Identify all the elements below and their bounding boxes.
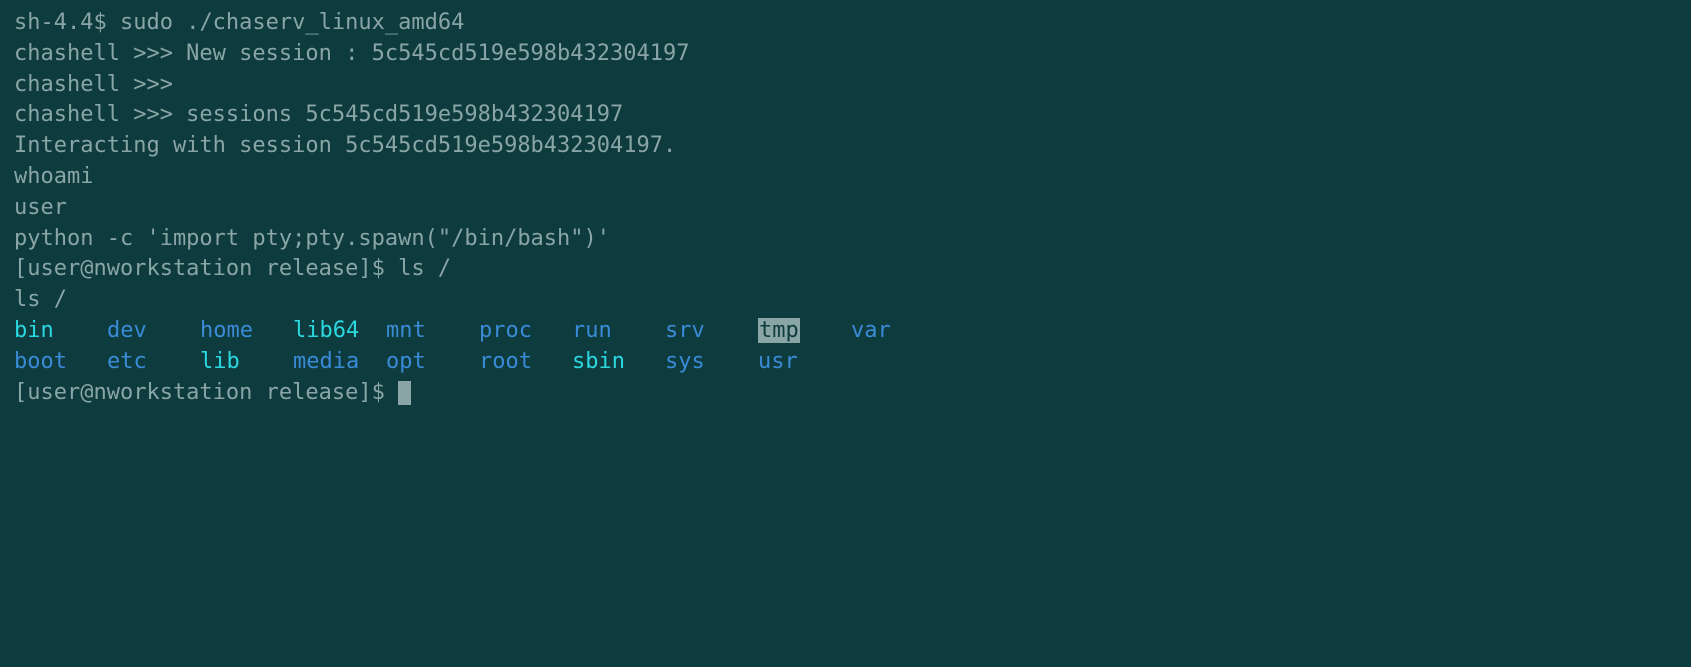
terminal-line: chashell >>> [14, 70, 1677, 101]
dir-entry: media [293, 347, 386, 378]
dir-entry: sbin [572, 347, 665, 378]
terminal-line: whoami [14, 162, 1677, 193]
terminal-line: [user@nworkstation release]$ [14, 378, 1677, 409]
dir-entry: mnt [386, 316, 479, 347]
dir-entry: tmp [758, 316, 851, 347]
shell-prompt: [user@nworkstation release]$ [14, 380, 398, 405]
dir-entry: run [572, 316, 665, 347]
dir-entry: home [200, 316, 293, 347]
dir-entry: opt [386, 347, 479, 378]
ls-row: bin dev home lib64 mnt proc run srv tmp … [14, 316, 1677, 347]
dir-entry: proc [479, 316, 572, 347]
dir-entry: root [479, 347, 572, 378]
dir-entry: lib [200, 347, 293, 378]
dir-entry: usr [758, 347, 851, 378]
dir-entry: boot [14, 347, 107, 378]
terminal-line: chashell >>> sessions 5c545cd519e598b432… [14, 100, 1677, 131]
terminal-line: Interacting with session 5c545cd519e598b… [14, 131, 1677, 162]
dir-entry: bin [14, 316, 107, 347]
shell-prompt: sh-4.4$ [14, 10, 120, 35]
dir-entry: etc [107, 347, 200, 378]
terminal[interactable]: sh-4.4$ sudo ./chaserv_linux_amd64 chash… [14, 8, 1677, 408]
terminal-line: sh-4.4$ sudo ./chaserv_linux_amd64 [14, 8, 1677, 39]
terminal-line: python -c 'import pty;pty.spawn("/bin/ba… [14, 224, 1677, 255]
dir-entry: lib64 [293, 316, 386, 347]
cursor-block [398, 381, 411, 405]
dir-entry: srv [665, 316, 758, 347]
ls-row: boot etc lib media opt root sbin sys usr [14, 347, 1677, 378]
terminal-line: chashell >>> New session : 5c545cd519e59… [14, 39, 1677, 70]
dir-entry: sys [665, 347, 758, 378]
terminal-line: ls / [14, 285, 1677, 316]
terminal-line: [user@nworkstation release]$ ls / [14, 254, 1677, 285]
dir-entry: var [851, 316, 944, 347]
dir-entry: dev [107, 316, 200, 347]
terminal-line: user [14, 193, 1677, 224]
ls-output: bin dev home lib64 mnt proc run srv tmp … [14, 316, 1677, 378]
command-text: sudo ./chaserv_linux_amd64 [120, 10, 464, 35]
